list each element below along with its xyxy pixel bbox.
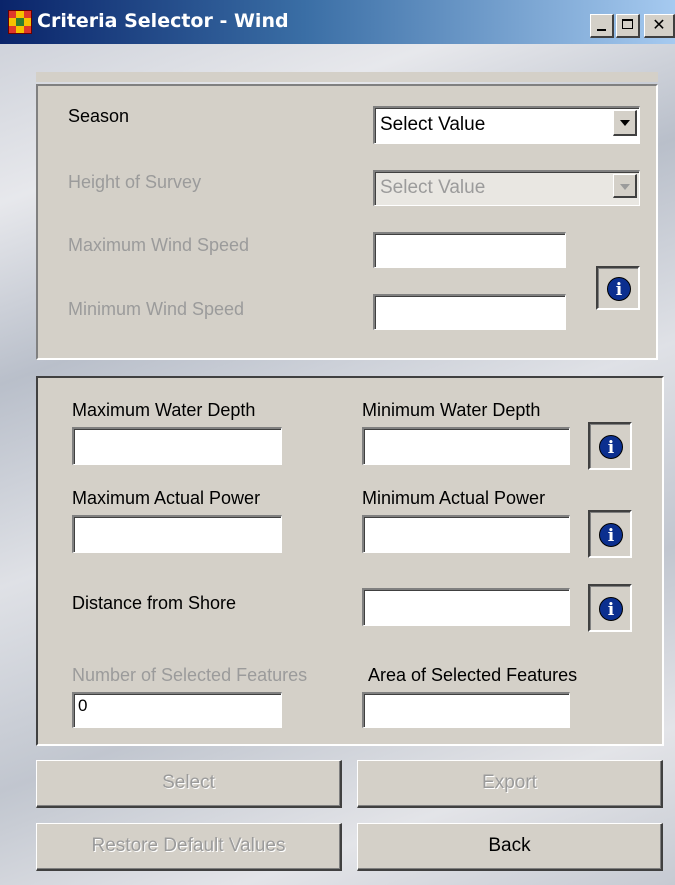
height-of-survey-select[interactable]: Select Value <box>373 170 640 206</box>
distance-from-shore-input[interactable] <box>362 588 570 626</box>
min-actual-power-label: Minimum Actual Power <box>362 488 546 508</box>
info-icon: i <box>599 435 623 459</box>
chevron-down-icon[interactable] <box>613 110 637 136</box>
maximize-button[interactable] <box>616 14 640 38</box>
max-water-depth-input[interactable] <box>72 427 282 465</box>
minimize-icon <box>597 29 606 31</box>
info-icon: i <box>599 523 623 547</box>
max-wind-speed-input[interactable] <box>373 232 566 268</box>
max-actual-power-input[interactable] <box>72 515 282 553</box>
season-label: Season <box>68 106 130 126</box>
max-actual-power-label: Maximum Actual Power <box>72 488 261 508</box>
restore-defaults-button[interactable]: Restore Default Values <box>36 823 342 871</box>
min-water-depth-label: Minimum Water Depth <box>362 400 541 420</box>
height-select-value: Select Value <box>380 177 486 198</box>
min-wind-speed-label: Minimum Wind Speed <box>68 299 245 319</box>
info-icon: i <box>599 597 623 621</box>
season-select[interactable]: Select Value <box>373 106 640 144</box>
min-water-depth-input[interactable] <box>362 427 570 465</box>
wind-info-button[interactable]: i <box>596 266 640 310</box>
maximize-icon <box>622 19 633 29</box>
min-wind-speed-input[interactable] <box>373 294 566 330</box>
area-selected-features-label: Area of Selected Features <box>368 665 578 685</box>
select-button[interactable]: Select <box>36 760 342 808</box>
window-title: Criteria Selector - Wind <box>37 10 289 32</box>
distance-info-button[interactable]: i <box>588 584 632 632</box>
min-actual-power-input[interactable] <box>362 515 570 553</box>
water-depth-info-button[interactable]: i <box>588 422 632 470</box>
criteria-selector-window: Criteria Selector - Wind ✕ Season Select… <box>0 0 675 885</box>
num-selected-features-label: Number of Selected Features <box>72 665 308 685</box>
app-icon <box>8 10 32 34</box>
actual-power-info-button[interactable]: i <box>588 510 632 558</box>
season-select-value: Select Value <box>380 114 486 135</box>
distance-from-shore-label: Distance from Shore <box>72 593 237 613</box>
area-selected-features-field <box>362 692 570 728</box>
chevron-down-icon[interactable] <box>613 174 637 198</box>
close-button[interactable]: ✕ <box>644 14 675 38</box>
minimize-button[interactable] <box>590 14 614 38</box>
header-strip <box>36 72 658 82</box>
export-button[interactable]: Export <box>357 760 663 808</box>
max-wind-speed-label: Maximum Wind Speed <box>68 235 250 255</box>
close-icon: ✕ <box>652 15 666 34</box>
height-of-survey-label: Height of Survey <box>68 172 202 192</box>
back-button[interactable]: Back <box>357 823 663 871</box>
title-bar[interactable]: Criteria Selector - Wind ✕ <box>0 0 675 44</box>
info-icon: i <box>607 277 631 301</box>
num-selected-features-field: 0 <box>72 692 282 728</box>
max-water-depth-label: Maximum Water Depth <box>72 400 256 420</box>
